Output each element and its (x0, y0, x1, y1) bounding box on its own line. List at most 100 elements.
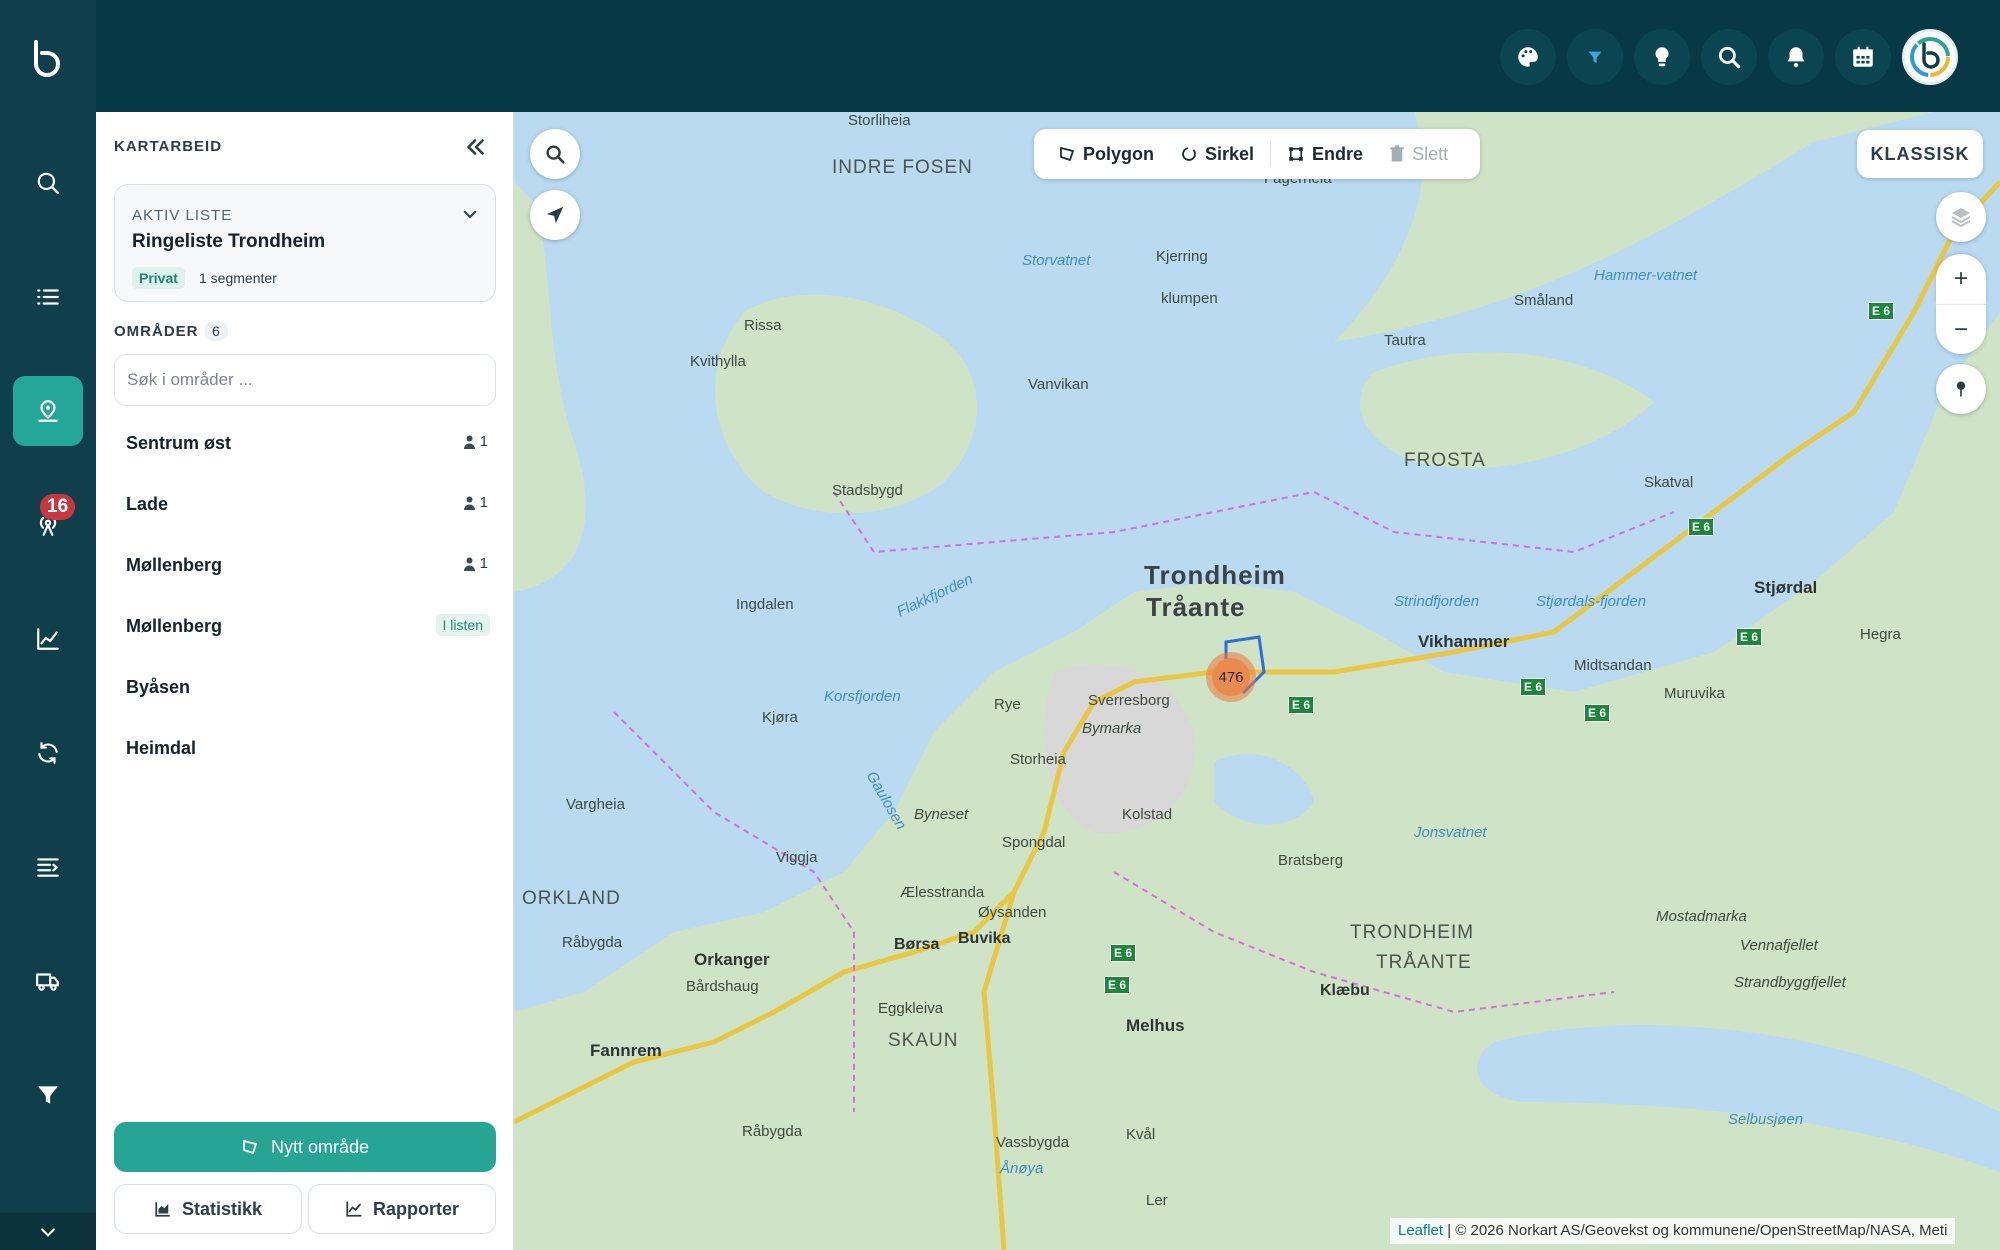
map-label: Bymarka (1082, 720, 1142, 737)
map-label: Ler (1146, 1192, 1168, 1209)
global-search-button[interactable] (1701, 29, 1757, 85)
leaflet-link[interactable]: Leaflet (1398, 1222, 1443, 1239)
statistics-button[interactable]: Statistikk (114, 1184, 302, 1234)
delete-tool-button[interactable]: Slett (1379, 144, 1458, 165)
calendar-icon (1853, 46, 1873, 67)
map-label: Mostadmarka (1656, 908, 1747, 925)
area-item-mollenberg-2[interactable]: Møllenberg I listen (126, 606, 496, 646)
polygon-icon (1060, 147, 1074, 161)
map-label: Råbygda (562, 934, 623, 951)
bell-icon (1787, 47, 1805, 68)
text-list-icon (37, 858, 59, 877)
draw-toolbar: Polygon Sirkel Endre Slett (1034, 129, 1480, 179)
map-label: Kvål (1126, 1126, 1156, 1143)
map-search-button[interactable] (530, 129, 580, 179)
area-item-mollenberg[interactable]: Møllenberg 1 (126, 545, 496, 585)
basemap-toggle-button[interactable]: KLASSISK (1857, 130, 1983, 178)
map-label: Hegra (1860, 626, 1901, 643)
panel-title: KARTARBEID (114, 138, 223, 155)
map-view[interactable]: Storliheia INDRE FOSEN Fagerheia Storvat… (514, 112, 2000, 1250)
notification-badge: 16 (40, 494, 76, 520)
map-label: Kolstad (1122, 806, 1173, 823)
rail-tasks-button[interactable] (13, 832, 83, 902)
area-item-byasen[interactable]: Byåsen (126, 667, 496, 707)
road-shield-e6: E 6 (1868, 302, 1895, 320)
road-shield-e6: E 6 (1584, 704, 1611, 722)
map-label: Storheia (1010, 751, 1066, 768)
map-label-city: Tråante (1146, 592, 1246, 622)
tips-button[interactable] (1634, 29, 1690, 85)
area-item-lade[interactable]: Lade 1 (126, 484, 496, 524)
map-label: Sverresborg (1088, 692, 1170, 709)
location-arrow-icon (546, 206, 564, 224)
reports-button[interactable]: Rapporter (308, 1184, 496, 1234)
map-label: ORKLAND (522, 888, 621, 909)
area-item-heimdal[interactable]: Heimdal (126, 728, 496, 768)
rail-list-button[interactable] (13, 262, 83, 332)
map-label: Spongdal (1002, 834, 1066, 851)
area-search-field[interactable] (114, 354, 496, 406)
theme-button[interactable] (1500, 29, 1556, 85)
user-avatar[interactable] (1902, 29, 1958, 85)
map-label: FROSTA (1404, 450, 1486, 471)
map-label: Stjørdals-fjorden (1536, 593, 1647, 610)
circle-tool-button[interactable]: Sirkel (1170, 144, 1264, 165)
zoom-out-button[interactable]: − (1936, 304, 1986, 354)
road-shield-e6: E 6 (1110, 944, 1137, 962)
map-label: Selbusjøen (1728, 1111, 1804, 1128)
map-label: Ælesstranda (900, 884, 985, 901)
palette-icon (1518, 47, 1538, 67)
truck-icon (36, 973, 59, 991)
person-icon (463, 496, 475, 510)
polygon-tool-button[interactable]: Polygon (1048, 144, 1164, 165)
map-label: Rissa (744, 317, 782, 334)
area-name: Møllenberg (126, 555, 223, 575)
edit-shape-icon (1289, 147, 1303, 161)
new-area-label: Nytt område (270, 1136, 370, 1157)
map-label: Muruvika (1664, 685, 1725, 702)
new-area-button[interactable]: Nytt område (114, 1122, 496, 1172)
rail-sync-button[interactable] (13, 718, 83, 788)
pin-button[interactable] (1936, 364, 1986, 414)
rail-delivery-button[interactable] (13, 946, 83, 1016)
rail-stats-button[interactable] (13, 604, 83, 674)
road-shield-e6: E 6 (1736, 628, 1763, 646)
map-label: Kjøra (762, 709, 798, 726)
app-logo[interactable] (28, 38, 68, 78)
in-list-badge: I listen (435, 614, 490, 636)
map-label: Strindfjorden (1394, 593, 1480, 610)
privacy-badge: Privat (132, 267, 185, 289)
map-label: Bårdshaug (686, 978, 759, 995)
zoom-in-button[interactable]: + (1936, 254, 1986, 304)
map-label: Jonsvatnet (1414, 824, 1487, 841)
calendar-button[interactable] (1835, 29, 1891, 85)
area-name: Sentrum øst (126, 433, 232, 453)
rail-expand-button[interactable] (0, 1213, 96, 1250)
rail-filter-button[interactable] (13, 1060, 83, 1130)
locate-button[interactable] (530, 190, 580, 240)
chevron-down-icon[interactable] (461, 205, 479, 223)
map-attribution: Leaflet | © 2026 Norkart AS/Geovekst og … (1390, 1218, 1956, 1244)
marker-cluster[interactable]: 476 (1206, 652, 1256, 702)
active-list-card[interactable]: AKTIV LISTE Ringeliste Trondheim Privat … (114, 184, 496, 302)
map-label: Stjørdal (1754, 578, 1818, 597)
rail-map-button[interactable] (13, 376, 83, 446)
layers-button[interactable] (1936, 192, 1986, 242)
line-chart-icon (346, 1201, 362, 1217)
edit-tool-button[interactable]: Endre (1277, 144, 1373, 165)
chevron-down-icon (41, 1227, 55, 1237)
filter-button[interactable] (1567, 29, 1623, 85)
map-label: Vassbygda (996, 1134, 1070, 1151)
map-label: Storvatnet (1022, 252, 1091, 269)
rail-search-button[interactable] (13, 148, 83, 218)
map-label: SKAUN (888, 1030, 959, 1051)
top-bar (96, 0, 2000, 112)
map-label: TRÅANTE (1376, 952, 1472, 973)
areas-count-badge: 6 (204, 321, 228, 341)
area-item-sentrum-ost[interactable]: Sentrum øst 1 (126, 423, 496, 463)
area-search-input[interactable] (115, 355, 495, 405)
map-pin-icon (1956, 381, 1966, 397)
collapse-panel-icon[interactable] (462, 134, 488, 160)
notifications-button[interactable] (1768, 29, 1824, 85)
map-label: Korsfjorden (824, 688, 901, 705)
